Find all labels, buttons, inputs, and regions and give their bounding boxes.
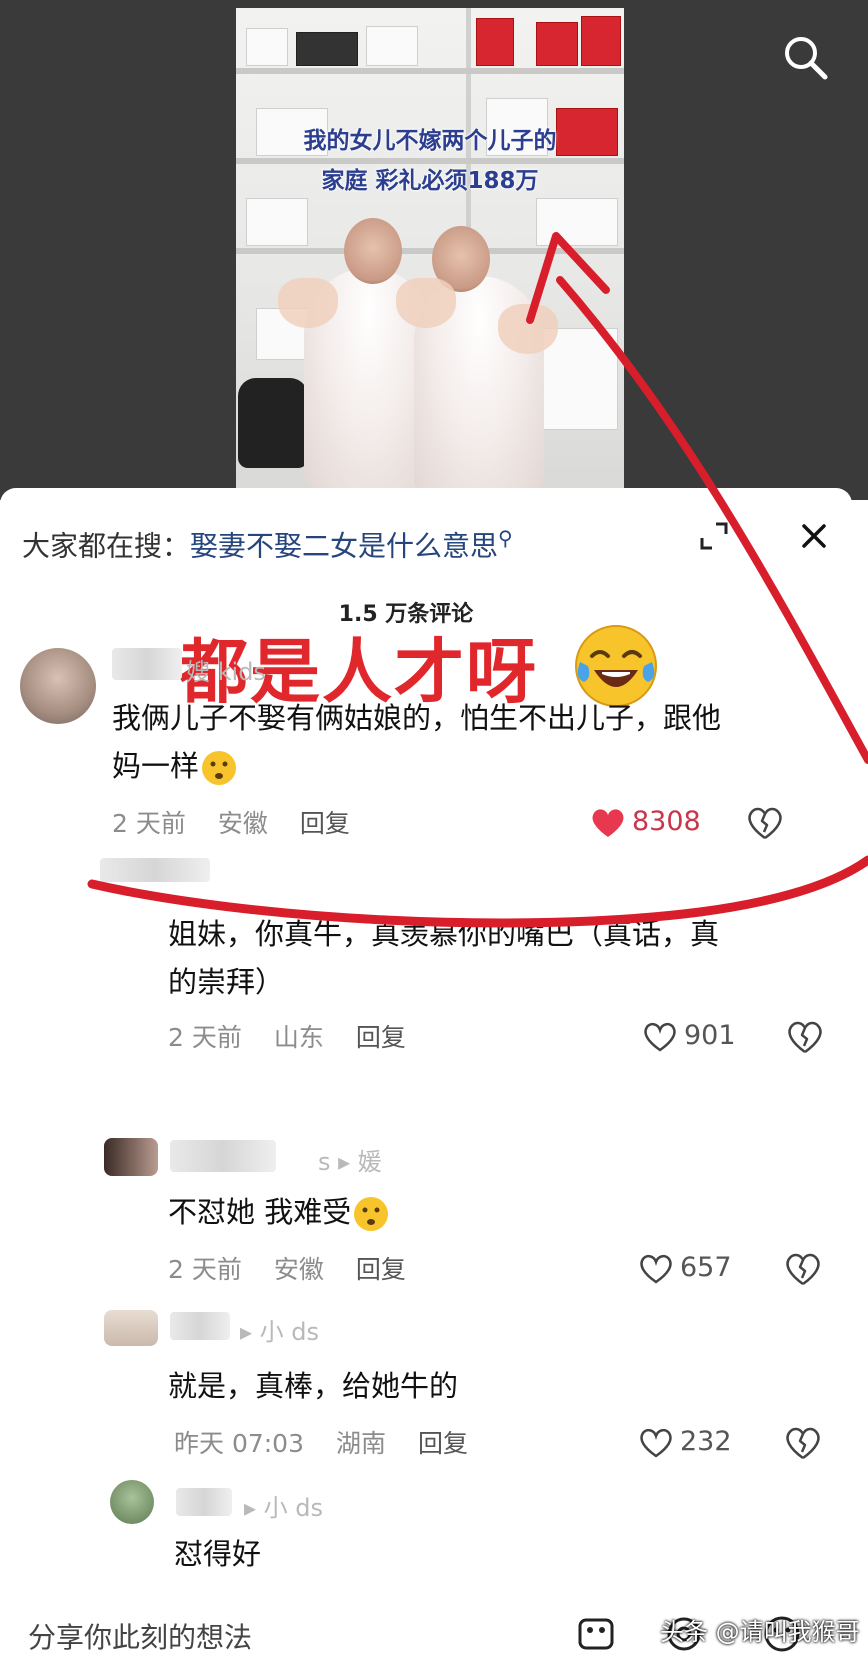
- shelf-box: [476, 18, 514, 66]
- comment-input[interactable]: 分享你此刻的想法: [28, 1616, 252, 1656]
- watermark: 头条 @请叫我猴哥: [660, 1618, 860, 1646]
- shelf-box: [246, 198, 308, 246]
- username-tail[interactable]: 嫂 kids: [186, 652, 266, 687]
- broken-heart-icon[interactable]: [784, 1424, 822, 1462]
- heart-filled-icon: [592, 808, 624, 837]
- comment-time: 2 天前: [168, 1023, 242, 1052]
- comment-meta: 2 天前 安徽 回复: [168, 1250, 438, 1286]
- close-icon[interactable]: [794, 516, 834, 556]
- comment-time: 昨天 07:03: [174, 1429, 304, 1458]
- shelf-box: [366, 26, 418, 66]
- username-tail[interactable]: ▸ 小 ds: [240, 1312, 319, 1347]
- thinking-face-icon: [202, 751, 237, 785]
- comment-meta: 昨天 07:03 湖南 回复: [174, 1424, 500, 1460]
- broken-heart-icon[interactable]: [786, 1018, 824, 1056]
- handbag: [238, 378, 308, 468]
- shelf: [236, 68, 624, 74]
- like-count: 657: [680, 1252, 732, 1283]
- comment-time: 2 天前: [168, 1255, 242, 1284]
- comment-location: 湖南: [336, 1429, 387, 1458]
- image-icon[interactable]: [576, 1614, 616, 1654]
- comment-location: 安徽: [217, 809, 268, 838]
- comment-text-line: 不怼她 我难受: [168, 1195, 352, 1229]
- shelf-box: [536, 22, 578, 66]
- video-player[interactable]: 我的女儿不嫁两个儿子的 家庭 彩礼必须188万: [0, 0, 868, 500]
- avatar[interactable]: [20, 648, 96, 724]
- trending-search-query[interactable]: 娶妻不娶二女是什么意思: [190, 529, 498, 562]
- username-tail[interactable]: s ▸ 媛: [318, 1142, 382, 1177]
- heart-outline-icon: [640, 1428, 672, 1458]
- shelf-box: [536, 198, 618, 246]
- shelf-box: [296, 32, 358, 66]
- hand: [278, 278, 338, 328]
- shelf: [236, 248, 624, 254]
- comment-text: 我俩儿子不娶有俩姑娘的，怕生不出儿子，跟他: [112, 701, 722, 735]
- blurred-username[interactable]: [170, 1312, 230, 1340]
- comment-text: 不怼她 我难受: [168, 1188, 568, 1236]
- blurred-username[interactable]: [112, 648, 182, 680]
- shelf-box: [581, 16, 621, 66]
- comment-location: 安徽: [273, 1255, 324, 1284]
- like-button[interactable]: 8308: [590, 802, 701, 842]
- comment-text: 的崇拜）: [168, 965, 285, 999]
- search-small-icon: ⚲: [498, 526, 513, 550]
- comment-meta: 2 天前 安徽 回复: [112, 804, 382, 840]
- thinking-face-icon: [354, 1197, 389, 1231]
- username-tail[interactable]: ▸ 小 ds: [244, 1488, 323, 1523]
- heart-outline-icon: [644, 1022, 676, 1052]
- avatar[interactable]: [104, 1138, 158, 1176]
- comment-text: 妈一样: [112, 742, 239, 790]
- like-count: 901: [684, 1020, 736, 1051]
- reply-button[interactable]: 回复: [356, 1255, 406, 1284]
- heart-outline-icon: [640, 1254, 672, 1284]
- trending-search-prefix: 大家都在搜：: [22, 529, 191, 563]
- reply-button[interactable]: 回复: [418, 1429, 468, 1458]
- comment-text-line: 妈一样: [112, 749, 200, 783]
- comment-meta: 2 天前 山东 回复: [168, 1018, 438, 1054]
- blurred-face: [344, 218, 402, 284]
- search-icon[interactable]: [780, 32, 830, 82]
- shelf-box: [246, 28, 288, 66]
- blurred-username[interactable]: [100, 858, 210, 882]
- hand: [498, 304, 558, 354]
- video-frame: 我的女儿不嫁两个儿子的 家庭 彩礼必须188万: [236, 8, 624, 492]
- comment-text: 姐妹，你真牛，真羡慕你的嘴巴（真话，真: [168, 917, 720, 951]
- comment-time: 2 天前: [112, 809, 186, 838]
- like-button[interactable]: 657: [638, 1248, 732, 1288]
- broken-heart-icon[interactable]: [784, 1250, 822, 1288]
- like-button[interactable]: 901: [642, 1016, 736, 1056]
- hand: [396, 278, 456, 328]
- expand-icon[interactable]: [696, 518, 732, 554]
- reply-button[interactable]: 回复: [300, 809, 350, 838]
- avatar[interactable]: [110, 1480, 154, 1524]
- comment-text: 就是，真棒，给她牛的: [168, 1369, 459, 1403]
- reply-button[interactable]: 回复: [356, 1023, 406, 1052]
- like-count: 8308: [632, 806, 701, 837]
- comment-text: 怼得好: [174, 1537, 262, 1571]
- broken-heart-icon[interactable]: [746, 804, 784, 842]
- video-caption-line1: 我的女儿不嫁两个儿子的: [303, 128, 557, 154]
- trending-search[interactable]: 大家都在搜：娶妻不娶二女是什么意思⚲: [22, 518, 513, 562]
- avatar[interactable]: [104, 1310, 158, 1346]
- like-count: 232: [680, 1426, 732, 1457]
- blurred-username[interactable]: [176, 1488, 232, 1516]
- like-button[interactable]: 232: [638, 1422, 732, 1462]
- comment-location: 山东: [273, 1023, 324, 1052]
- video-caption-line2: 家庭 彩礼必须188万: [321, 168, 539, 194]
- blurred-username[interactable]: [170, 1140, 276, 1172]
